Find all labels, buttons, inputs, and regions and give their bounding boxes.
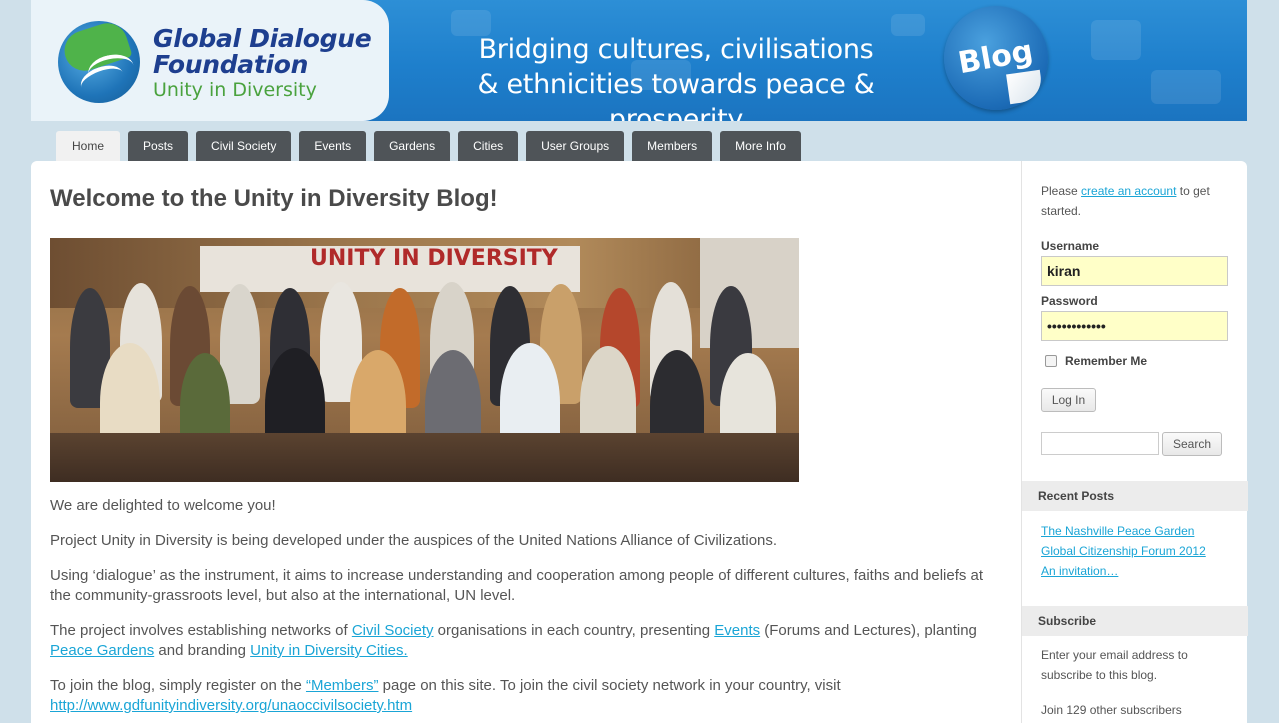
tab-events[interactable]: Events — [299, 131, 367, 161]
dialogue-paragraph: Using ‘dialogue’ as the instrument, it a… — [50, 567, 984, 604]
project-paragraph: Project Unity in Diversity is being deve… — [50, 532, 778, 549]
subscribers-count: Join 129 other subscribers — [1041, 703, 1182, 717]
create-account-link[interactable]: create an account — [1081, 184, 1176, 198]
members-link[interactable]: “Members” — [306, 677, 379, 694]
events-link[interactable]: Events — [714, 622, 760, 639]
tab-home[interactable]: Home — [56, 131, 121, 161]
tab-user-groups[interactable]: User Groups — [526, 131, 625, 161]
recent-post-link[interactable]: An invitation… — [1041, 564, 1118, 578]
search-button[interactable]: Search — [1162, 432, 1222, 456]
subscribe-text: Enter your email address to subscribe to… — [1041, 648, 1188, 682]
header-tagline: Bridging cultures, civilisations & ethni… — [477, 34, 875, 121]
tab-civil-society[interactable]: Civil Society — [196, 131, 292, 161]
header-banner: Global Dialogue Foundation Unity in Dive… — [31, 0, 1247, 121]
remember-me-label: Remember Me — [1065, 354, 1148, 368]
main-content: Welcome to the Unity in Diversity Blog! … — [31, 161, 1021, 723]
password-field[interactable] — [1041, 311, 1228, 341]
group-photo: UNITY IN DIVERSITY — [50, 238, 799, 482]
recent-posts-title: Recent Posts — [1022, 481, 1248, 511]
remember-me[interactable]: Remember Me — [1045, 354, 1147, 368]
remember-me-checkbox[interactable] — [1045, 355, 1057, 367]
networks-paragraph: The project involves establishing networ… — [50, 622, 977, 659]
username-field[interactable] — [1041, 256, 1228, 286]
blog-badge-icon: Blog — [944, 6, 1048, 110]
civil-society-link[interactable]: Civil Society — [352, 622, 434, 639]
tab-members[interactable]: Members — [632, 131, 713, 161]
login-button[interactable]: Log In — [1041, 388, 1096, 412]
join-paragraph: To join the blog, simply register on the… — [50, 677, 841, 714]
peace-gardens-link[interactable]: Peace Gardens — [50, 642, 154, 659]
password-label: Password — [1041, 294, 1098, 308]
cities-link[interactable]: Unity in Diversity Cities. — [250, 642, 408, 659]
recent-post-link[interactable]: The Nashville Peace Garden — [1041, 524, 1194, 538]
subscribe-title: Subscribe — [1022, 606, 1248, 636]
recent-post-link[interactable]: Global Citizenship Forum 2012 — [1041, 544, 1206, 558]
globe-logo-icon — [58, 21, 140, 103]
page-title: Welcome to the Unity in Diversity Blog! — [50, 185, 498, 212]
username-label: Username — [1041, 239, 1100, 253]
logo-title: Global Dialogue Foundation — [153, 24, 372, 79]
tab-gardens[interactable]: Gardens — [374, 131, 451, 161]
sidebar: Please create an account to get started.… — [1021, 161, 1248, 723]
welcome-paragraph: We are delighted to welcome you! — [50, 497, 276, 514]
logo-tagline: Unity in Diversity — [153, 79, 317, 101]
account-note: Please create an account to get started. — [1041, 184, 1210, 218]
photo-banner-text: UNITY IN DIVERSITY — [310, 246, 558, 271]
main-nav: Home Posts Civil Society Events Gardens … — [56, 131, 801, 161]
civil-society-url-link[interactable]: http://www.gdfunityindiversity.org/unaoc… — [50, 697, 412, 714]
logo[interactable]: Global Dialogue Foundation Unity in Dive… — [31, 0, 389, 121]
search-input[interactable] — [1041, 432, 1159, 455]
tab-posts[interactable]: Posts — [128, 131, 189, 161]
tab-cities[interactable]: Cities — [458, 131, 519, 161]
tab-more-info[interactable]: More Info — [720, 131, 801, 161]
